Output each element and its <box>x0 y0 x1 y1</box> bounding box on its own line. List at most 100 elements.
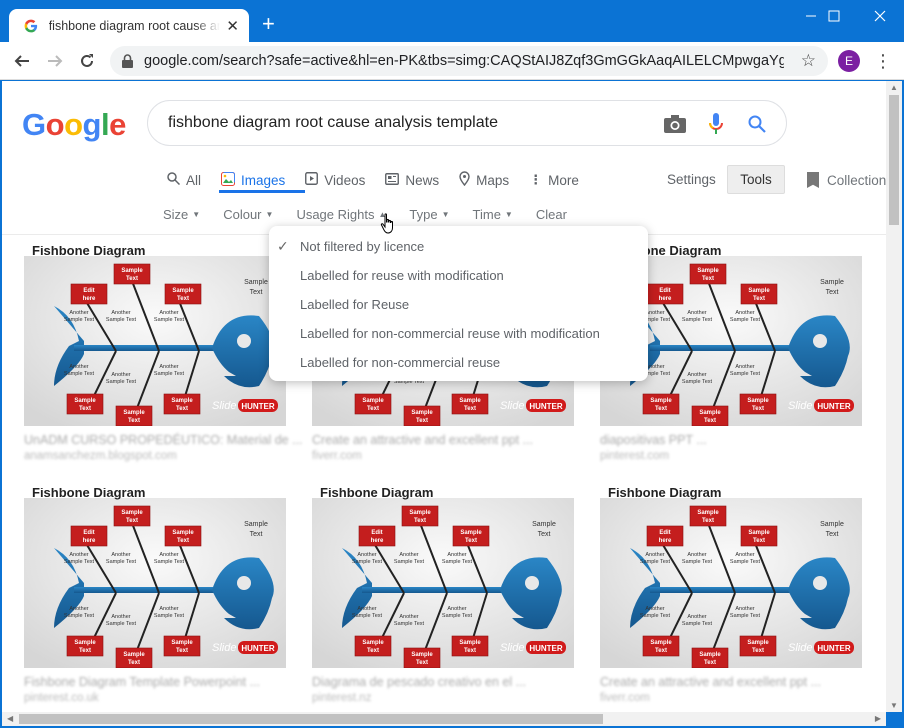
svg-text:Another: Another <box>111 310 130 316</box>
address-bar[interactable]: google.com/search?safe=active&hl=en-PK&t… <box>110 46 828 76</box>
vertical-scroll-thumb[interactable] <box>889 95 899 225</box>
url-text[interactable]: google.com/search?safe=active&hl=en-PK&t… <box>144 53 784 69</box>
svg-text:Sample Text: Sample Text <box>352 613 383 619</box>
brand-hunter: HUNTER <box>529 402 563 411</box>
horizontal-scrollbar[interactable]: ◀ ▶ <box>2 712 886 726</box>
scroll-up-icon[interactable]: ▲ <box>890 83 898 92</box>
sample-text-box: Sample Text <box>115 647 153 668</box>
svg-text:Another: Another <box>735 606 754 612</box>
profile-avatar[interactable]: E <box>838 50 860 72</box>
svg-text:Another: Another <box>159 310 178 316</box>
tools-button[interactable]: Tools <box>727 165 785 194</box>
sample-text-box: Sample Text <box>113 505 151 527</box>
scroll-left-icon[interactable]: ◀ <box>7 714 13 723</box>
svg-text:Sample Text: Sample Text <box>442 613 473 619</box>
svg-text:Sample Text: Sample Text <box>64 559 95 565</box>
tab-images[interactable]: Images <box>221 169 285 191</box>
scroll-down-icon[interactable]: ▼ <box>890 701 898 710</box>
usage-option-not-filtered[interactable]: ✓ Not filtered by licence <box>269 232 648 261</box>
svg-text:Text: Text <box>250 531 263 538</box>
svg-text:Sample Text: Sample Text <box>640 613 671 619</box>
result-caption[interactable]: UnADM CURSO PROPEDÉUTICO: Material de ..… <box>24 433 303 447</box>
image-result[interactable]: Fishbone Diagram Edit here Sample Text Sam… <box>600 488 862 704</box>
reload-button[interactable] <box>76 50 98 72</box>
usage-option-reuse-modification[interactable]: Labelled for reuse with modification <box>269 261 648 290</box>
filter-time[interactable]: Time ▼ <box>473 207 513 222</box>
result-caption[interactable]: Fishbone Diagram Template Powerpoint ... <box>24 675 286 689</box>
usage-option-noncommercial[interactable]: Labelled for non-commercial reuse <box>269 348 648 377</box>
filter-usage-rights-label: Usage Rights <box>296 207 375 222</box>
browser-menu-icon[interactable]: ⋮ <box>874 48 892 74</box>
image-result[interactable]: Fishbone Diagram Edit here Sample Text Sam… <box>312 488 574 704</box>
brand-slide: Slide <box>500 642 524 654</box>
result-thumbnail[interactable]: Fishbone Diagram Edit here Sample Text Sam… <box>600 488 862 668</box>
filter-usage-rights[interactable]: Usage Rights ▲ <box>296 207 386 222</box>
tab-videos[interactable]: Videos <box>305 169 365 191</box>
microphone-icon[interactable] <box>704 112 728 136</box>
sample-text-box: Sample Text <box>115 405 153 426</box>
svg-text:Sample: Sample <box>171 398 193 404</box>
camera-icon[interactable] <box>663 112 687 136</box>
tab-news[interactable]: News <box>385 169 439 191</box>
svg-text:Sample Text: Sample Text <box>730 559 761 565</box>
filter-colour[interactable]: Colour ▼ <box>223 207 273 222</box>
sample-text-box: Sample Text <box>642 393 680 415</box>
filter-clear[interactable]: Clear <box>536 207 567 222</box>
svg-text:Text: Text <box>79 648 91 654</box>
usage-option-reuse[interactable]: Labelled for Reuse <box>269 290 648 319</box>
filter-size[interactable]: Size ▼ <box>163 207 200 222</box>
tab-more[interactable]: ⋮ More <box>529 169 579 191</box>
forward-button[interactable] <box>44 50 66 72</box>
maximize-button[interactable] <box>811 4 857 28</box>
bookmark-star-icon[interactable]: ☆ <box>801 51 816 71</box>
more-vert-icon: ⋮ <box>529 172 543 187</box>
horizontal-scroll-thumb[interactable] <box>19 714 603 724</box>
result-caption[interactable]: Create an attractive and excellent ppt .… <box>312 433 574 447</box>
svg-text:Another: Another <box>69 310 88 316</box>
tab-close-icon[interactable]: ✕ <box>226 17 239 35</box>
svg-text:Sample: Sample <box>123 410 145 416</box>
svg-text:Text: Text <box>826 531 839 538</box>
image-result[interactable]: Fishbone Diagram Edit here Sample Text Sam… <box>24 488 286 704</box>
back-button[interactable] <box>11 50 33 72</box>
sample-text-box: Sample Text <box>163 393 201 415</box>
result-caption[interactable]: Diagrama de pescado creativo en el ... <box>312 675 574 689</box>
usage-option-noncommercial-modification[interactable]: Labelled for non-commercial reuse with m… <box>269 319 648 348</box>
thumbnail-title: Fishbone Diagram <box>320 488 433 500</box>
tab-title: fishbone diagram root cause analysis tem… <box>48 18 221 33</box>
vertical-scrollbar[interactable]: ▲ ▼ <box>886 81 902 712</box>
svg-text:Sample: Sample <box>362 640 384 646</box>
result-thumbnail[interactable]: Fishbone Diagram Edit here Sample Text Sam… <box>312 488 574 668</box>
result-thumbnail[interactable]: Fishbone Diagram Edit here Sample Text Sam… <box>24 246 286 426</box>
svg-text:Sample Text: Sample Text <box>682 379 713 385</box>
close-window-button[interactable] <box>857 4 903 28</box>
sample-text-box: Sample Text <box>451 393 489 415</box>
title-bar: fishbone diagram root cause analysis tem… <box>0 0 904 42</box>
brand-hunter: HUNTER <box>817 402 851 411</box>
svg-text:Sample: Sample <box>121 510 143 516</box>
svg-text:Sample: Sample <box>244 521 268 528</box>
svg-text:Text: Text <box>128 660 140 666</box>
result-caption[interactable]: diapositivas PPT ... <box>600 433 862 447</box>
search-icon[interactable] <box>745 112 769 136</box>
usage-option-label: Labelled for reuse with modification <box>300 268 504 283</box>
settings-link[interactable]: Settings <box>667 172 716 187</box>
svg-text:Edit: Edit <box>83 530 94 536</box>
search-input[interactable]: fishbone diagram root cause analysis tem… <box>168 114 498 132</box>
image-result[interactable]: Fishbone Diagram Edit here Sample Text Sam… <box>24 246 303 462</box>
result-thumbnail[interactable]: Fishbone Diagram Edit here Sample Text Sam… <box>24 488 286 668</box>
result-caption[interactable]: Create an attractive and excellent ppt .… <box>600 675 862 689</box>
scroll-right-icon[interactable]: ▶ <box>875 714 881 723</box>
svg-text:here: here <box>371 538 384 544</box>
tab-maps[interactable]: Maps <box>459 169 509 191</box>
filter-type[interactable]: Type ▼ <box>409 207 449 222</box>
search-box[interactable]: fishbone diagram root cause analysis tem… <box>147 100 787 146</box>
brand-slide: Slide <box>788 400 812 412</box>
tab-all[interactable]: All <box>167 169 201 191</box>
collections-link[interactable]: Collections <box>807 172 886 188</box>
browser-tab[interactable]: fishbone diagram root cause analysis tem… <box>9 9 249 42</box>
google-logo[interactable]: Google <box>22 107 126 143</box>
svg-text:Sample: Sample <box>699 652 721 658</box>
new-tab-button[interactable]: + <box>262 13 275 35</box>
sample-text-box: Sample Text <box>163 635 201 657</box>
